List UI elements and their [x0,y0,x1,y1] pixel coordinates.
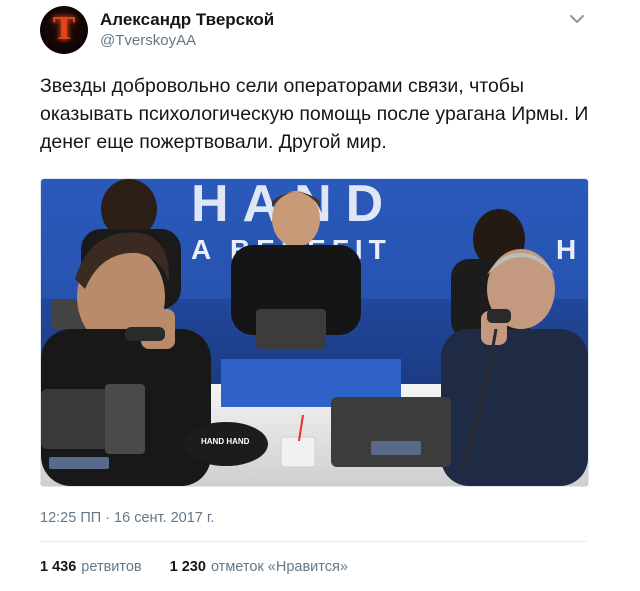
tweet-photo[interactable]: HAND A BENEFIT H [40,178,589,487]
author-display-name[interactable]: Александр Тверской [100,10,274,30]
retweets-label: ретвитов [81,559,142,575]
banner-fragment: H [556,234,576,265]
likes-count: 1 230 [169,559,206,575]
author-avatar[interactable]: T [40,6,88,54]
tweet-stats: 1 436 ретвитов 1 230 отметок «Нравится» [40,559,348,575]
likes-stat[interactable]: 1 230 отметок «Нравится» [170,559,348,575]
tweet-text: Звезды добровольно сели операторами связ… [40,72,600,156]
tweet-text-line: Звезды добровольно сели операторами связ… [40,75,524,97]
tweet-text-line: денег еще пожертвовали. Другой мир. [40,131,387,153]
cap-text: HAND HAND [201,437,250,446]
divider [40,541,587,542]
likes-label: отметок «Нравится» [210,559,348,575]
red-t-logo: T [52,12,76,47]
chevron-down-icon[interactable] [568,12,586,26]
author-handle[interactable]: @TverskoyAA [100,32,196,49]
tweet-timestamp[interactable]: 12:25 ПП · 16 сент. 2017 г. [40,510,214,526]
tweet-text-line: оказывать психологическую помощь после у… [40,103,589,125]
retweets-count: 1 436 [40,559,77,575]
retweets-stat[interactable]: 1 436 ретвитов [40,559,142,575]
